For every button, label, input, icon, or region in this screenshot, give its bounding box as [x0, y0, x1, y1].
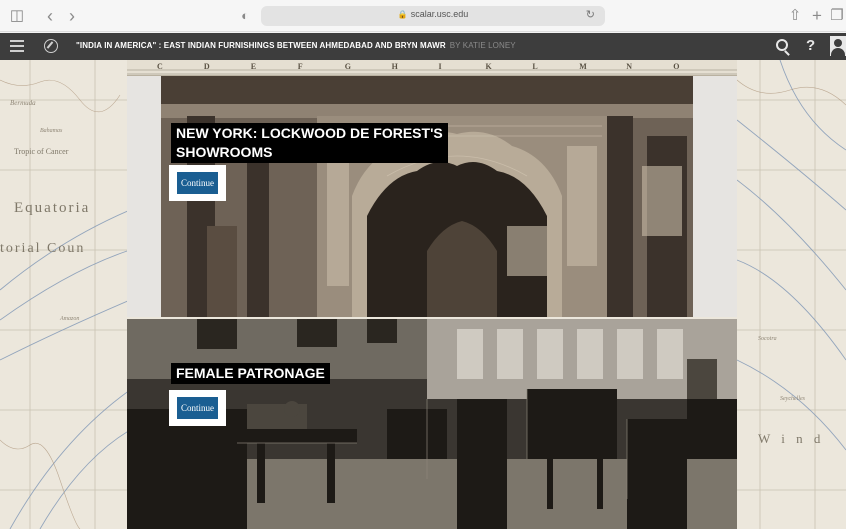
- svg-text:Bahamas: Bahamas: [40, 128, 63, 134]
- help-icon[interactable]: ?: [806, 37, 815, 54]
- search-icon[interactable]: [776, 39, 788, 51]
- section-title-line1: NEW YORK: LOCKWOOD DE FOREST'S: [176, 125, 443, 141]
- map-label-equatoria: Equatoria: [14, 200, 90, 216]
- scale-letter: I: [439, 62, 442, 71]
- continue-wrap-female: Continue: [169, 390, 226, 426]
- svg-text:Bermuda: Bermuda: [10, 99, 36, 107]
- back-icon[interactable]: ‹: [44, 7, 56, 25]
- map-label-wind: W i n d: [758, 431, 824, 446]
- menu-icon[interactable]: [10, 40, 24, 52]
- section-lockwood: NEW YORK: LOCKWOOD DE FOREST'S SHOWROOMS…: [127, 76, 737, 317]
- scale-letter: M: [579, 62, 587, 71]
- scale-letter: L: [532, 62, 537, 71]
- sidebar-toggle-icon[interactable]: ◫: [8, 7, 26, 25]
- scale-letter: O: [673, 62, 679, 71]
- section-title-female-patronage: FEMALE PATRONAGE: [171, 363, 330, 384]
- scale-letter: N: [626, 62, 632, 71]
- book-title[interactable]: "INDIA IN AMERICA" : EAST INDIAN FURNISH…: [76, 41, 516, 50]
- compass-icon[interactable]: [44, 39, 58, 53]
- scale-letter: K: [486, 62, 493, 71]
- scalar-header: "INDIA IN AMERICA" : EAST INDIAN FURNISH…: [0, 33, 846, 60]
- reload-icon[interactable]: ↻: [586, 8, 595, 21]
- continue-button-lockwood[interactable]: Continue: [177, 172, 218, 194]
- new-tab-icon[interactable]: +: [810, 7, 824, 25]
- share-icon[interactable]: ⇧: [788, 7, 802, 25]
- section-female-patronage: FEMALE PATRONAGE Continue: [127, 319, 737, 529]
- scale-letter: C: [157, 62, 163, 71]
- url-text: scalar.usc.edu: [410, 9, 469, 19]
- privacy-shield-icon[interactable]: ◐: [238, 7, 252, 25]
- scale-letter: G: [345, 62, 351, 71]
- book-title-text[interactable]: "INDIA IN AMERICA" : EAST INDIAN FURNISH…: [76, 41, 446, 50]
- tab-overview-icon[interactable]: ❐: [830, 7, 844, 25]
- user-icon[interactable]: [830, 36, 846, 56]
- scale-letter: F: [298, 62, 303, 71]
- svg-text:Socotra: Socotra: [758, 336, 777, 342]
- svg-text:Amazon: Amazon: [59, 316, 79, 322]
- browser-toolbar: ◫ ‹ › ◐ 🔒 scalar.usc.edu ↻ ⇧ + ❐: [0, 0, 846, 32]
- continue-wrap-lockwood: Continue: [169, 165, 226, 201]
- section-title-line2: SHOWROOMS: [176, 144, 273, 160]
- address-bar[interactable]: 🔒 scalar.usc.edu ↻: [261, 6, 605, 26]
- forward-icon[interactable]: ›: [66, 7, 78, 25]
- scale-letter: H: [392, 62, 399, 71]
- section-title-lockwood: NEW YORK: LOCKWOOD DE FOREST'S SHOWROOMS: [171, 123, 448, 163]
- map-label-cancer: Tropic of Cancer: [14, 147, 69, 156]
- lock-icon: 🔒: [397, 10, 408, 19]
- scale-letter: E: [251, 62, 256, 71]
- continue-button-female[interactable]: Continue: [177, 397, 218, 419]
- map-scale-strip: CDEFGHIKLMNO: [127, 60, 737, 76]
- content-column: CDEFGHIKLMNO NEW YORK: LOCKWOOD DE FORES…: [127, 60, 737, 529]
- scale-letter: D: [204, 62, 210, 71]
- map-label-orial: torial Coun: [0, 241, 85, 256]
- svg-text:Seychelles: Seychelles: [780, 396, 806, 402]
- book-author: BY KATIE LONEY: [449, 41, 516, 50]
